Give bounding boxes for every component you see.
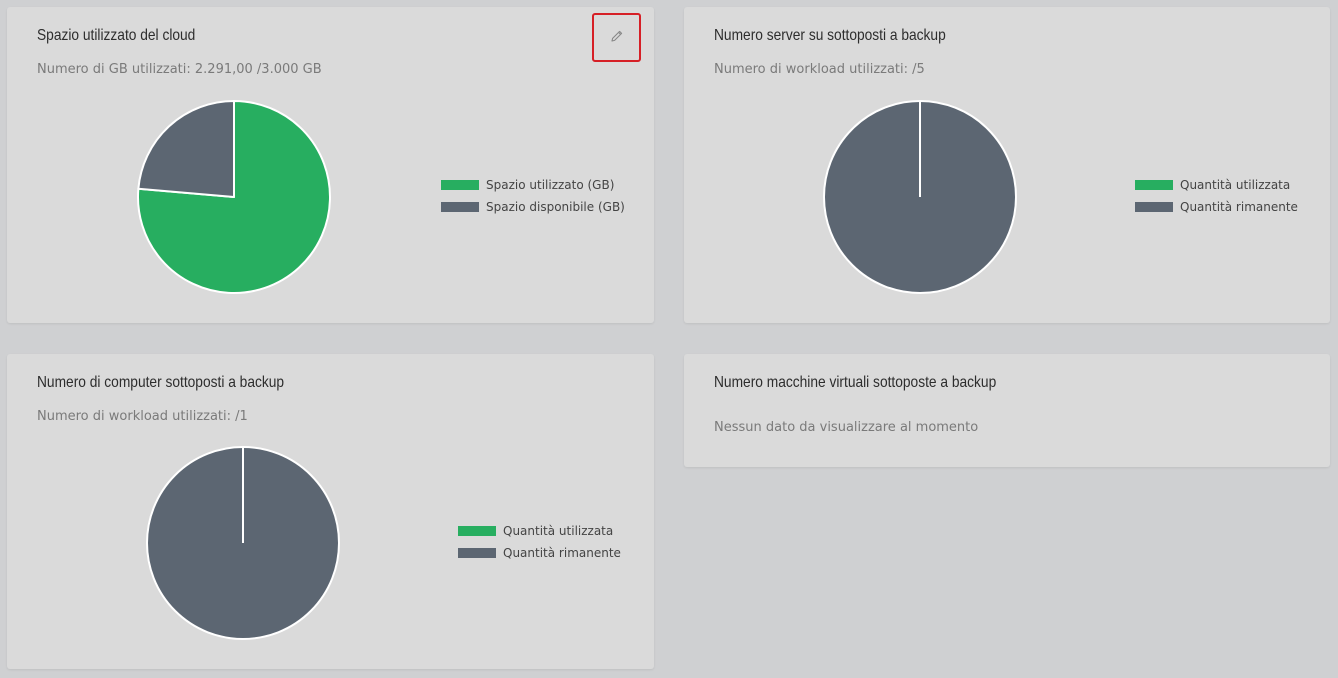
legend-label: Quantità rimanente [1180, 200, 1298, 214]
pie-chart [146, 446, 340, 640]
pie-chart [823, 100, 1017, 294]
card-subtitle: Numero di workload utilizzati: /1 [37, 409, 248, 424]
chart-legend: Spazio utilizzato (GB) Spazio disponibil… [441, 174, 625, 218]
card-subtitle: Numero di workload utilizzati: /5 [714, 62, 925, 77]
legend-label: Quantità utilizzata [1180, 178, 1291, 192]
chart-legend: Quantità utilizzata Quantità rimanente [1135, 174, 1298, 218]
empty-state-message: Nessun dato da visualizzare al momento [714, 420, 979, 435]
legend-swatch [458, 548, 496, 558]
legend-item[interactable]: Quantità rimanente [458, 542, 621, 564]
pencil-icon [609, 28, 625, 48]
edit-button[interactable] [592, 13, 641, 62]
legend-label: Quantità utilizzata [503, 524, 614, 538]
pie-slice-remaining[interactable] [137, 100, 235, 198]
legend-swatch [441, 202, 479, 212]
legend-label: Spazio disponibile (GB) [486, 200, 625, 214]
chart-legend: Quantità utilizzata Quantità rimanente [458, 520, 621, 564]
vm-backup-card: Numero macchine virtuali sottoposte a ba… [684, 354, 1330, 467]
card-title: Spazio utilizzato del cloud [37, 27, 196, 44]
legend-swatch [1135, 202, 1173, 212]
legend-swatch [458, 526, 496, 536]
legend-swatch [441, 180, 479, 190]
legend-swatch [1135, 180, 1173, 190]
legend-label: Spazio utilizzato (GB) [486, 178, 615, 192]
card-title: Numero di computer sottoposti a backup [37, 374, 285, 391]
card-title: Numero server su sottoposti a backup [714, 27, 946, 44]
legend-item[interactable]: Spazio disponibile (GB) [441, 196, 625, 218]
legend-item[interactable]: Quantità utilizzata [1135, 174, 1298, 196]
legend-item[interactable]: Quantità utilizzata [458, 520, 621, 542]
pie-chart [137, 100, 331, 294]
legend-item[interactable]: Spazio utilizzato (GB) [441, 174, 625, 196]
legend-label: Quantità rimanente [503, 546, 621, 560]
cloud-space-card: Spazio utilizzato del cloud Numero di GB… [7, 7, 654, 323]
card-subtitle: Numero di GB utilizzati: 2.291,00 /3.000… [37, 62, 322, 77]
server-backup-card: Numero server su sottoposti a backup Num… [684, 7, 1330, 323]
card-title: Numero macchine virtuali sottoposte a ba… [714, 374, 997, 391]
legend-item[interactable]: Quantità rimanente [1135, 196, 1298, 218]
computer-backup-card: Numero di computer sottoposti a backup N… [7, 354, 654, 669]
